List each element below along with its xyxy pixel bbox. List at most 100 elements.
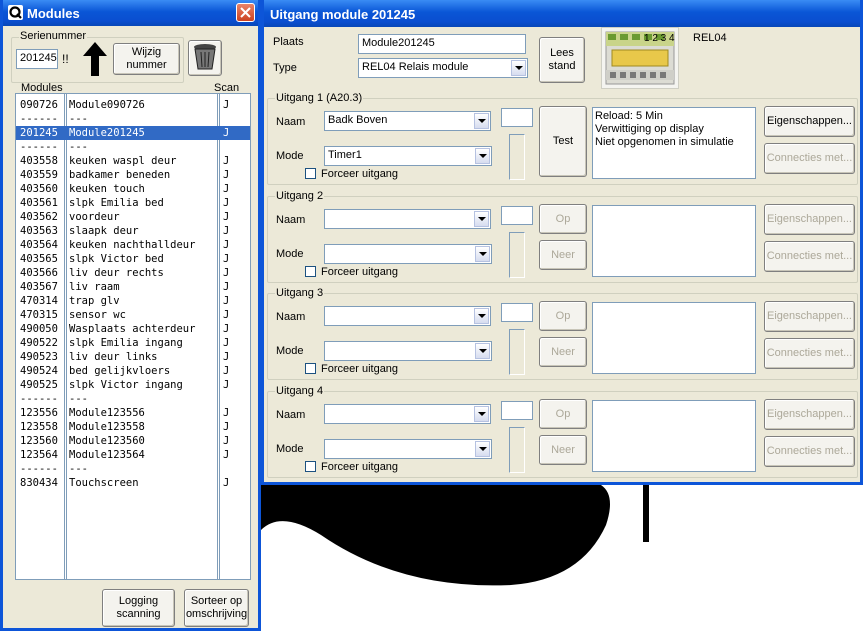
module-list[interactable]: 090726 Module090726 J ------ --- 201245 Module… <box>15 93 251 580</box>
trash-icon <box>193 42 217 74</box>
list-item[interactable]: 123558 Module123558 J <box>16 420 250 434</box>
module-scan: J <box>223 225 230 237</box>
list-item[interactable]: 090726 Module090726 J <box>16 98 250 112</box>
mode-select[interactable] <box>324 341 492 361</box>
neer-button[interactable]: Neer <box>539 435 587 465</box>
naam-select[interactable] <box>324 209 491 229</box>
output-value-field[interactable] <box>501 206 533 225</box>
list-item[interactable]: 403559 badkamer beneden J <box>16 168 250 182</box>
module-name: Module123558 <box>69 421 145 433</box>
force-output-checkbox[interactable] <box>305 168 316 179</box>
properties-button[interactable]: Eigenschappen... <box>764 204 855 235</box>
list-item[interactable]: 403565 slpk Victor bed J <box>16 252 250 266</box>
test-button[interactable]: Test <box>539 106 587 177</box>
chevron-down-icon[interactable] <box>474 308 489 324</box>
list-item[interactable]: 403564 keuken nachthalldeur J <box>16 238 250 252</box>
trash-button[interactable] <box>188 40 222 76</box>
neer-button[interactable]: Neer <box>539 240 587 270</box>
list-item[interactable]: 490050 Wasplaats achterdeur J <box>16 322 250 336</box>
mode-select[interactable] <box>324 244 492 264</box>
up-arrow-icon[interactable] <box>83 42 107 79</box>
module-name: Module123560 <box>69 435 145 447</box>
modules-titlebar[interactable]: Modules <box>3 0 258 26</box>
chevron-down-icon[interactable] <box>474 211 489 227</box>
list-item[interactable]: 403558 keuken waspl deur J <box>16 154 250 168</box>
serial-input[interactable]: 201245 <box>16 49 58 69</box>
naam-select[interactable] <box>324 306 491 326</box>
module-name: liv deur rechts <box>69 267 164 279</box>
list-item-selected[interactable]: 201245 Module201245 J <box>16 126 250 140</box>
module-scan: J <box>223 407 230 419</box>
force-output-checkbox[interactable] <box>305 461 316 472</box>
module-id: 490524 <box>20 365 58 377</box>
mode-select[interactable]: Timer1 <box>324 146 492 166</box>
close-icon[interactable] <box>236 3 255 22</box>
output-value-field[interactable] <box>501 401 533 420</box>
force-output-label: Forceer uitgang <box>321 363 399 375</box>
sort-button[interactable]: Sorteer op omschrijving <box>184 589 249 627</box>
module-id: 490050 <box>20 323 58 335</box>
connections-button[interactable]: Connecties met... <box>764 338 855 369</box>
list-item[interactable]: 123564 Module123564 J <box>16 448 250 462</box>
chevron-down-icon[interactable] <box>474 406 489 422</box>
module-name: Module123564 <box>69 449 145 461</box>
type-select[interactable]: REL04 Relais module <box>358 58 528 78</box>
list-item[interactable]: 830434 Touchscreen J <box>16 476 250 490</box>
force-output-checkbox[interactable] <box>305 266 316 277</box>
connections-button[interactable]: Connecties met... <box>764 436 855 467</box>
output-value-field[interactable] <box>501 108 533 127</box>
list-item[interactable]: 470314 trap glv J <box>16 294 250 308</box>
list-item[interactable]: 490524 bed gelijkvloers J <box>16 364 250 378</box>
module-name: liv deur links <box>69 351 158 363</box>
list-item[interactable]: 490523 liv deur links J <box>16 350 250 364</box>
op-button[interactable]: Op <box>539 301 587 331</box>
properties-button[interactable]: Eigenschappen... <box>764 301 855 332</box>
list-item[interactable]: 403560 keuken touch J <box>16 182 250 196</box>
list-item[interactable]: 123560 Module123560 J <box>16 434 250 448</box>
list-item[interactable]: ------ --- <box>16 140 250 154</box>
module-scan: J <box>223 309 230 321</box>
module-id: 403563 <box>20 225 58 237</box>
change-number-button[interactable]: Wijzig nummer <box>113 43 180 75</box>
properties-button[interactable]: Eigenschappen... <box>764 106 855 137</box>
list-item[interactable]: 123556 Module123556 J <box>16 406 250 420</box>
chevron-down-icon[interactable] <box>475 246 490 262</box>
chevron-down-icon[interactable] <box>474 113 489 129</box>
connections-button[interactable]: Connecties met... <box>764 241 855 272</box>
force-output-checkbox[interactable] <box>305 363 316 374</box>
list-item[interactable]: 403562 voordeur J <box>16 210 250 224</box>
output-info-box <box>592 400 756 472</box>
chevron-down-icon[interactable] <box>511 60 526 76</box>
list-item[interactable]: 403561 slpk Emilia bed J <box>16 196 250 210</box>
plaats-input[interactable]: Module201245 <box>358 34 526 54</box>
properties-button[interactable]: Eigenschappen... <box>764 399 855 430</box>
list-item[interactable]: ------ --- <box>16 462 250 476</box>
chevron-down-icon[interactable] <box>475 343 490 359</box>
list-item[interactable]: 490525 slpk Victor ingang J <box>16 378 250 392</box>
module-scan: J <box>223 449 230 461</box>
list-item[interactable]: 470315 sensor wc J <box>16 308 250 322</box>
neer-button[interactable]: Neer <box>539 337 587 367</box>
mode-select[interactable] <box>324 439 492 459</box>
output-level-indicator <box>509 134 525 180</box>
connections-button[interactable]: Connecties met... <box>764 143 855 174</box>
op-button[interactable]: Op <box>539 399 587 429</box>
naam-select[interactable]: Badk Boven <box>324 111 491 131</box>
list-item[interactable]: ------ --- <box>16 392 250 406</box>
logging-scanning-button[interactable]: Logging scanning <box>102 589 175 627</box>
uitgang-titlebar[interactable]: Uitgang module 201245 <box>264 0 860 27</box>
op-button[interactable]: Op <box>539 204 587 234</box>
module-scan: J <box>223 337 230 349</box>
naam-select[interactable] <box>324 404 491 424</box>
list-item[interactable]: 403567 liv raam J <box>16 280 250 294</box>
chevron-down-icon[interactable] <box>475 441 490 457</box>
list-item[interactable]: ------ --- <box>16 112 250 126</box>
chevron-down-icon[interactable] <box>475 148 490 164</box>
output-value-field[interactable] <box>501 303 533 322</box>
module-name: badkamer beneden <box>69 169 171 181</box>
list-item[interactable]: 403566 liv deur rechts J <box>16 266 250 280</box>
list-item[interactable]: 403563 slaapk deur J <box>16 224 250 238</box>
list-item[interactable]: 490522 slpk Emilia ingang J <box>16 336 250 350</box>
module-scan: J <box>223 477 230 489</box>
lees-stand-button[interactable]: Lees stand <box>539 37 585 83</box>
